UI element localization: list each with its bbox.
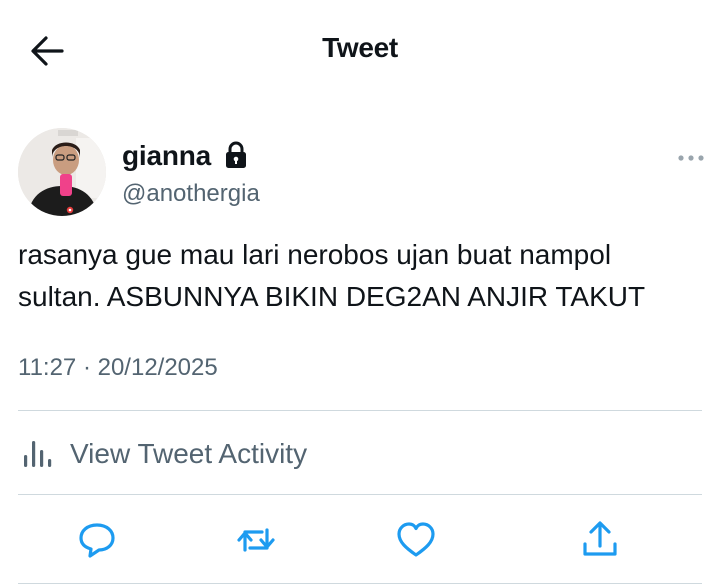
lock-icon <box>226 141 246 168</box>
retweet-button[interactable] <box>236 518 276 562</box>
divider <box>18 494 702 495</box>
view-tweet-activity-label: View Tweet Activity <box>70 438 308 469</box>
share-icon <box>583 521 617 556</box>
avatar-photo <box>18 128 106 216</box>
share-button[interactable] <box>580 518 620 562</box>
reply-button[interactable] <box>77 518 117 562</box>
divider <box>18 583 702 584</box>
divider <box>18 410 702 411</box>
header: Tweet <box>0 0 720 100</box>
tweet-text: rasanya gue mau lari nerobos ujan buat n… <box>18 234 708 318</box>
page-title: Tweet <box>322 32 398 63</box>
avatar[interactable] <box>18 128 106 216</box>
more-options-button[interactable] <box>676 148 706 168</box>
tweet-timestamp[interactable]: 11:27 · 20/12/2025 <box>18 354 218 382</box>
analytics-icon <box>24 441 52 467</box>
tweet-text-line: sultan. ASBUNNYA BIKIN DEG2AN ANJIR TAKU… <box>18 281 646 312</box>
more-dots-icon <box>678 155 704 161</box>
tweet-text-line: rasanya gue mau lari nerobos ujan buat n… <box>18 239 612 270</box>
reply-icon <box>79 523 115 558</box>
tweet-page: Tweet gianna @anothergia rasanya gue mau… <box>0 0 720 587</box>
like-icon <box>397 522 435 557</box>
view-tweet-activity-button[interactable]: View Tweet Activity <box>18 426 702 482</box>
author-handle[interactable]: @anothergia <box>122 180 260 208</box>
retweet-icon <box>237 528 275 552</box>
like-button[interactable] <box>396 518 436 562</box>
author-name[interactable]: gianna <box>122 140 211 172</box>
